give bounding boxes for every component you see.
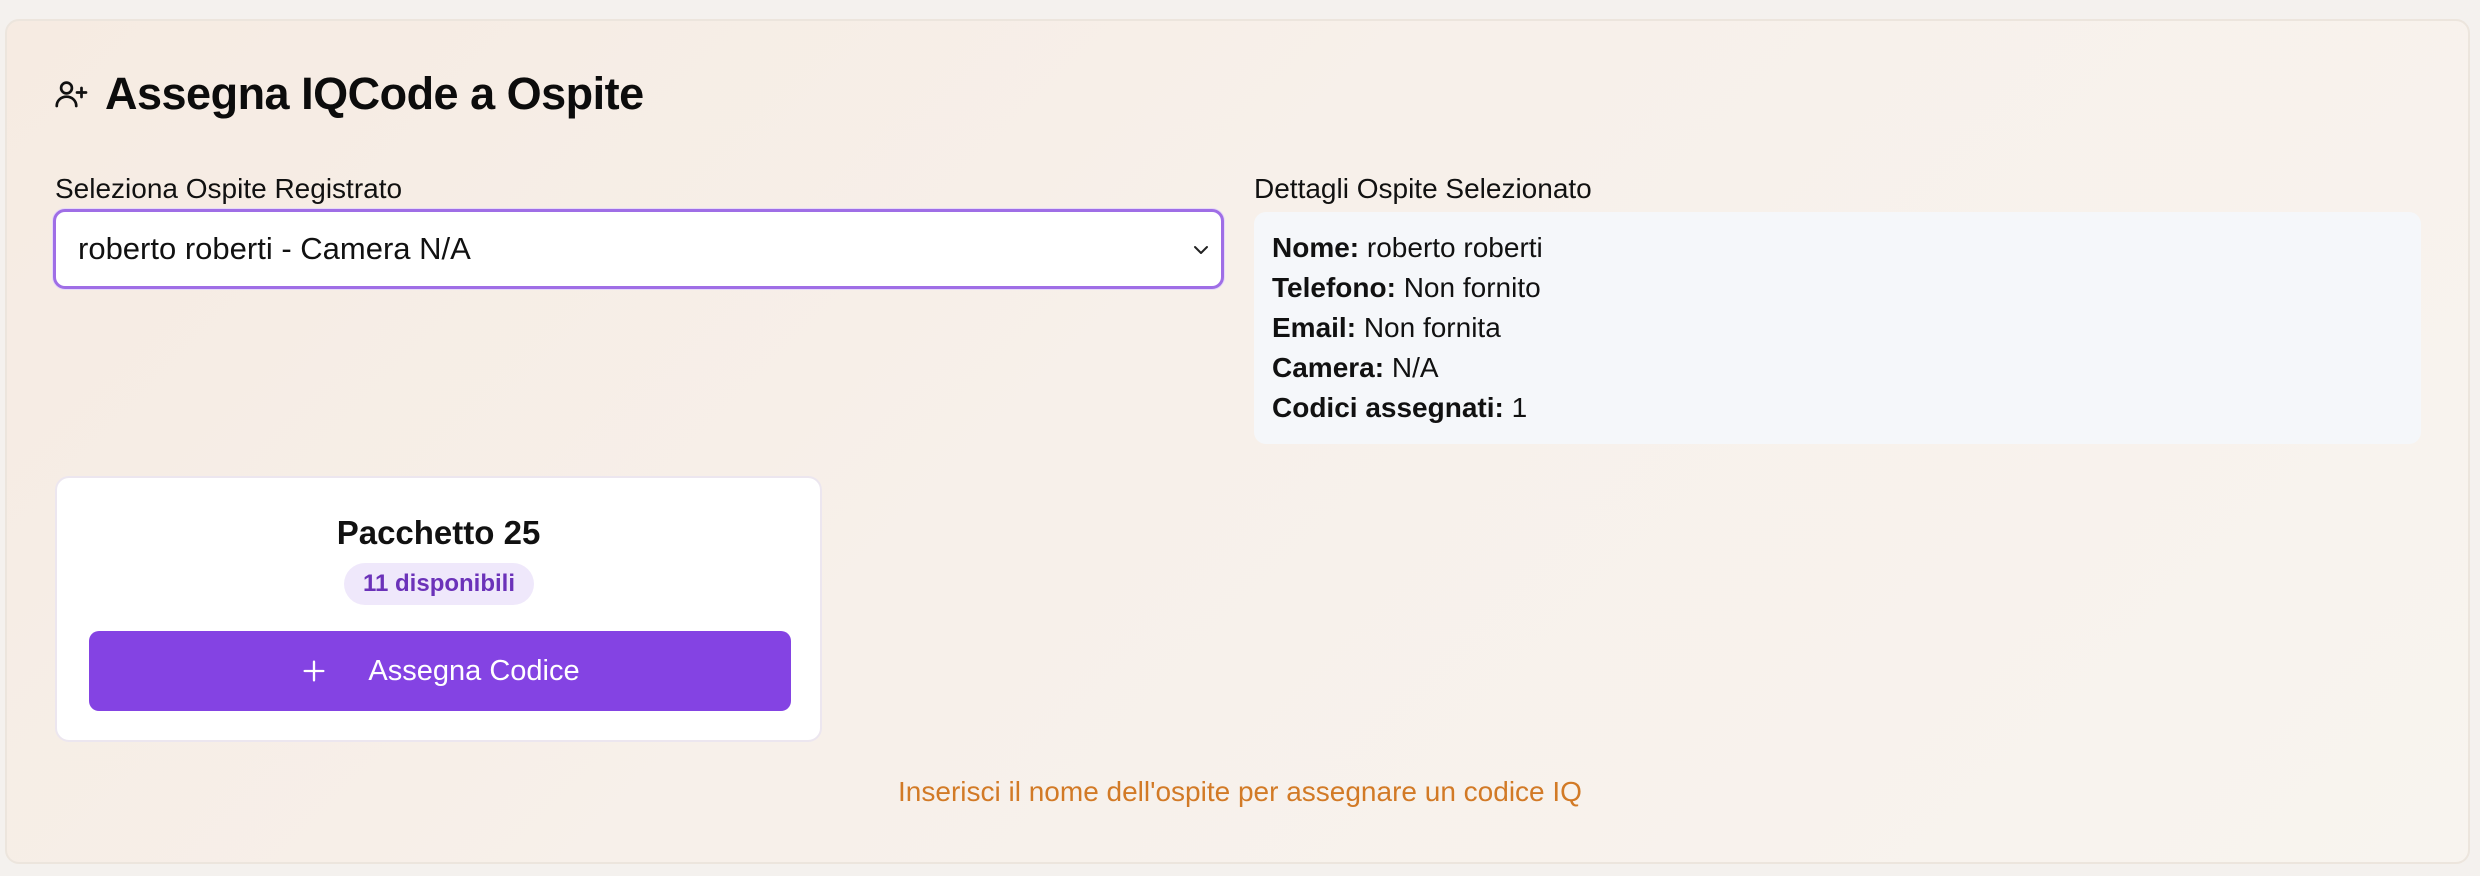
chevron-down-icon [1194,246,1208,254]
guest-details-panel: Nome: roberto roberti Telefono: Non forn… [1254,212,2421,444]
detail-value: Non fornito [1403,272,1541,303]
detail-value: N/A [1391,352,1439,383]
detail-key: Camera: [1272,352,1385,383]
package-title: Pacchetto 25 [336,514,541,551]
detail-row-phone: Telefono: Non fornito [1272,268,2403,308]
assign-code-button[interactable]: Assegna Codice [89,631,791,711]
detail-row-email: Email: Non fornita [1272,308,2403,348]
detail-key: Telefono: [1272,272,1396,303]
detail-key: Nome: [1272,232,1360,263]
detail-value: roberto roberti [1366,232,1543,263]
page-title: Assegna IQCode a Ospite [105,68,644,119]
details-label: Dettagli Ospite Selezionato [1254,173,1592,204]
availability-badge: 11 disponibili [344,563,534,605]
detail-row-codes: Codici assegnati: 1 [1272,388,2403,428]
hint-message: Inserisci il nome dell'ospite per assegn… [898,776,1582,807]
page-header: Assegna IQCode a Ospite [49,62,644,126]
detail-key: Email: [1272,312,1357,343]
detail-key: Codici assegnati: [1272,392,1504,423]
detail-row-room: Camera: N/A [1272,348,2403,388]
plus-icon [303,660,325,682]
user-plus-icon [55,81,88,108]
package-card: Pacchetto 25 11 disponibili Assegna Codi… [55,476,822,742]
guest-select[interactable]: roberto roberti - Camera N/A [53,209,1224,289]
guest-select-label: Seleziona Ospite Registrato [55,173,403,204]
assign-code-label: Assegna Codice [368,654,580,687]
guest-select-value: roberto roberti - Camera N/A [78,231,471,266]
detail-value: Non fornita [1363,312,1501,343]
detail-value: 1 [1511,392,1528,423]
detail-row-name: Nome: roberto roberti [1272,228,2403,268]
